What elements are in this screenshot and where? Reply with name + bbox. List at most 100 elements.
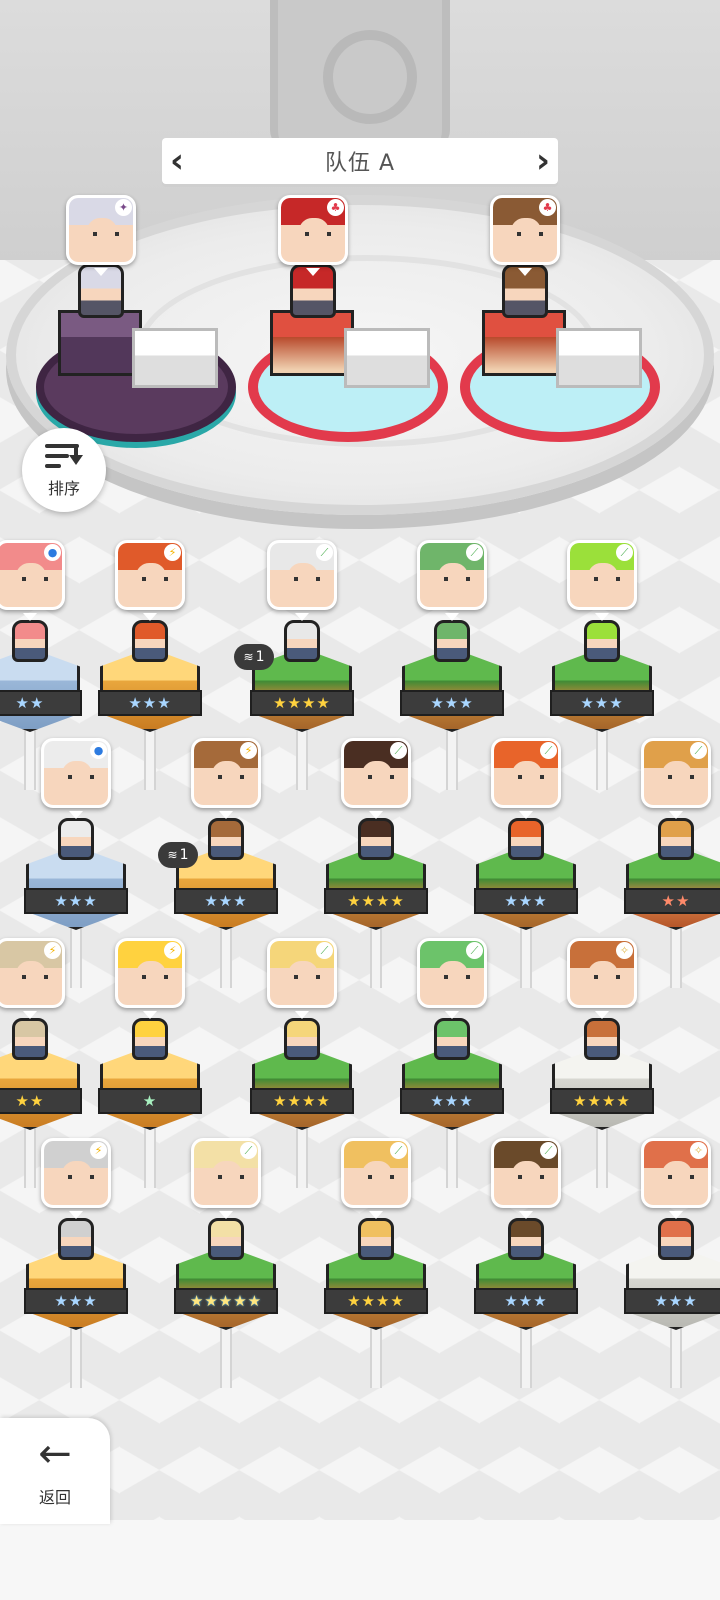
slot-cube <box>556 328 642 388</box>
element-icon: ● <box>44 544 61 561</box>
character-portrait: ⟋ <box>491 1138 561 1208</box>
element-icon: ♣ <box>539 199 556 216</box>
character-sprite <box>284 1018 320 1060</box>
team-slot-portrait[interactable]: ♣ <box>490 195 560 265</box>
character-portrait: ⟋ <box>491 738 561 808</box>
character-sprite <box>12 1018 48 1060</box>
star-rating: ★★★★ <box>324 888 428 914</box>
pedestal-post <box>70 1328 82 1388</box>
pedestal-post <box>296 1128 308 1188</box>
portrait-pointer <box>143 1011 157 1019</box>
roster-unit[interactable]: ★★ ⚡ <box>0 938 82 1188</box>
character-sprite <box>658 1218 694 1260</box>
slot-cube <box>132 328 218 388</box>
character-portrait: ✧ <box>641 1138 711 1208</box>
element-icon: ✧ <box>616 942 633 959</box>
character-sprite <box>658 818 694 860</box>
star-rating: ★★ <box>624 888 720 914</box>
character-sprite <box>58 1218 94 1260</box>
roster-unit[interactable]: ★★★ ⚡ <box>24 1138 128 1388</box>
portrait-pointer <box>23 613 37 621</box>
element-icon: ⟋ <box>390 1142 407 1159</box>
team-selector: ‹ 队伍 A › <box>162 138 558 184</box>
slot-pedestal <box>482 310 566 376</box>
element-icon: ✦ <box>115 199 132 216</box>
star-rating: ★★★ <box>400 690 504 716</box>
roster-unit[interactable]: ★★★ ✧ <box>624 1138 720 1388</box>
slot-pedestal <box>58 310 142 376</box>
roster-unit[interactable]: ★★★ ⟋ <box>400 938 504 1188</box>
team-slot-portrait[interactable]: ♣ <box>278 195 348 265</box>
portrait-pointer <box>219 811 233 819</box>
character-portrait: ⟋ <box>191 1138 261 1208</box>
character-sprite <box>434 1018 470 1060</box>
pedestal-post <box>596 730 608 790</box>
character-sprite <box>208 1218 244 1260</box>
element-icon: ⟋ <box>316 544 333 561</box>
pedestal-post <box>144 1128 156 1188</box>
pedestal-post <box>220 928 232 988</box>
pedestal-post <box>520 1328 532 1388</box>
team-slot-portrait[interactable]: ✦ <box>66 195 136 265</box>
roster-unit[interactable]: ★★ ⟋ <box>624 738 720 988</box>
element-icon: ⟋ <box>240 1142 257 1159</box>
roster-unit[interactable]: ★★ ● <box>0 540 82 790</box>
roster-unit[interactable]: ★★★★ ⟋ <box>324 738 428 988</box>
character-portrait: ✧ <box>567 938 637 1008</box>
element-icon: ⟋ <box>390 742 407 759</box>
character-portrait: ⚡ <box>41 1138 111 1208</box>
pedestal-post <box>370 928 382 988</box>
character-portrait: ⚡ <box>191 738 261 808</box>
element-icon: ● <box>90 742 107 759</box>
chevron-right-icon[interactable]: › <box>532 138 554 184</box>
roster-unit[interactable]: ★★★ ⟋ <box>400 540 504 790</box>
portrait-pointer <box>219 1211 233 1219</box>
roster-unit[interactable]: ★★★★★ ⟋ <box>174 1138 278 1388</box>
star-rating: ★★★ <box>24 1288 128 1314</box>
pedestal-post <box>446 1128 458 1188</box>
star-rating: ★★★ <box>550 690 654 716</box>
character-portrait: ⟋ <box>417 938 487 1008</box>
pedestal-post <box>670 928 682 988</box>
portrait-pointer <box>595 613 609 621</box>
chevron-left-icon[interactable]: ‹ <box>166 138 188 184</box>
star-rating: ★★★★ <box>250 690 354 716</box>
character-sprite <box>508 818 544 860</box>
back-label: 返回 <box>38 1488 71 1507</box>
bottom-bar <box>0 1520 720 1600</box>
pedestal-post <box>296 730 308 790</box>
portrait-pointer <box>669 1211 683 1219</box>
roster-unit[interactable]: ★★★ ⟋ <box>474 1138 578 1388</box>
portrait-pointer <box>369 1211 383 1219</box>
pedestal-post <box>596 1128 608 1188</box>
element-icon: ⟋ <box>616 544 633 561</box>
element-icon: ⚡ <box>240 742 257 759</box>
sort-button[interactable]: 排序 <box>22 428 106 512</box>
back-button[interactable]: ← 返回 <box>0 1418 110 1524</box>
portrait-pointer <box>445 1011 459 1019</box>
character-portrait: ⚡ <box>0 938 65 1008</box>
roster-unit[interactable]: ★★★★ ⟋ <box>324 1138 428 1388</box>
portrait-pointer <box>69 811 83 819</box>
roster-unit[interactable]: ★★★ ⚡ <box>98 540 202 790</box>
star-rating: ★★★★ <box>250 1088 354 1114</box>
duplicate-count: 1 <box>255 649 265 665</box>
star-rating: ★★★ <box>174 888 278 914</box>
star-rating: ★★★ <box>624 1288 720 1314</box>
roster-unit[interactable]: ★★★ ⟋ <box>550 540 654 790</box>
roster-unit[interactable]: ★★★ ⟋ <box>474 738 578 988</box>
duplicate-count-badge: ≋ 1 <box>234 644 274 670</box>
star-rating: ★★★ <box>24 888 128 914</box>
pedestal-post <box>670 1328 682 1388</box>
star-rating: ★★ <box>0 690 82 716</box>
roster-unit[interactable]: ★★★ ● <box>24 738 128 988</box>
character-portrait: ● <box>41 738 111 808</box>
arrow-left-icon: ← <box>38 1431 72 1477</box>
character-sprite <box>584 620 620 662</box>
character-sprite <box>132 1018 168 1060</box>
roster-unit[interactable]: ★★★★ ✧ <box>550 938 654 1188</box>
roster-unit[interactable]: ★★★★ ⟋ <box>250 938 354 1188</box>
arena-gate <box>270 0 450 150</box>
roster-unit[interactable]: ★ ⚡ <box>98 938 202 1188</box>
pedestal-post <box>144 730 156 790</box>
